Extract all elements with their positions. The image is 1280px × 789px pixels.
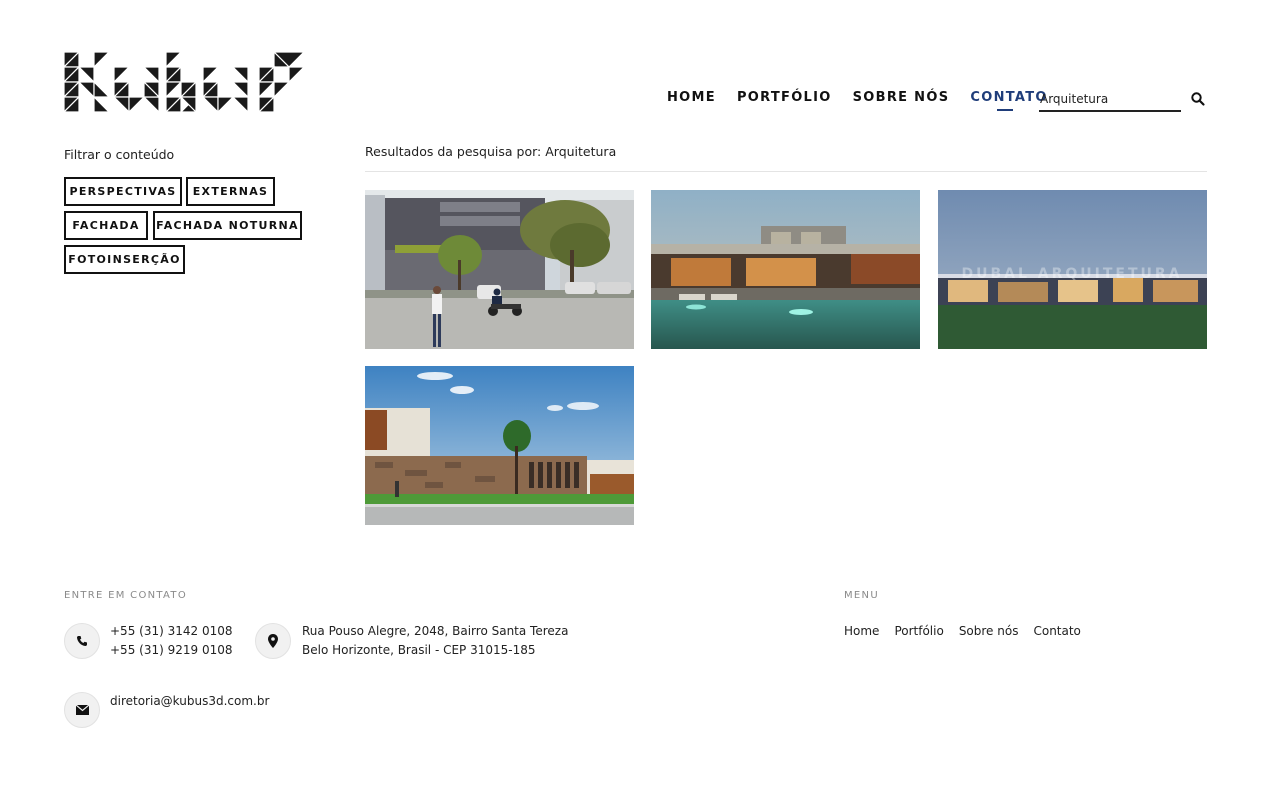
envelope-icon xyxy=(64,692,100,728)
result-thumbnail[interactable]: DUBAL ARQUITETURA xyxy=(938,190,1207,349)
street-photo-image xyxy=(365,190,634,349)
filter-title: Filtrar o conteúdo xyxy=(64,147,175,162)
tag-perspectivas[interactable]: PERSPECTIVAS xyxy=(64,177,182,206)
kubus-logo-mark xyxy=(62,50,306,114)
kubus-logo[interactable] xyxy=(62,50,306,114)
result-thumbnail[interactable] xyxy=(651,190,920,349)
menu-heading: MENU xyxy=(844,590,879,601)
tag-externas[interactable]: EXTERNAS xyxy=(186,177,275,206)
main-nav: HOME PORTFÓLIO SOBRE NÓS CONTATO xyxy=(667,90,1069,111)
map-pin-icon xyxy=(255,623,291,659)
tag-fotoinsercao[interactable]: FOTOINSERÇÃO xyxy=(64,245,185,274)
footer-menu-portfolio[interactable]: Portfólio xyxy=(894,624,943,638)
nav-portfolio[interactable]: PORTFÓLIO xyxy=(737,90,832,110)
footer-menu: Home Portfólio Sobre nós Contato xyxy=(844,624,1096,638)
search-input[interactable] xyxy=(1039,89,1179,109)
search-field xyxy=(1039,88,1181,112)
phone-1[interactable]: +55 (31) 3142 0108 xyxy=(110,622,232,641)
result-thumbnail[interactable] xyxy=(365,366,634,525)
stone-facade-image xyxy=(365,366,634,525)
phone-2[interactable]: +55 (31) 9219 0108 xyxy=(110,641,232,660)
nav-home[interactable]: HOME xyxy=(667,90,716,110)
search-icon[interactable] xyxy=(1190,91,1206,107)
pool-house-image xyxy=(651,190,920,349)
footer-menu-home[interactable]: Home xyxy=(844,624,879,638)
nav-sobre-nos[interactable]: SOBRE NÓS xyxy=(853,90,950,110)
address: Rua Pouso Alegre, 2048, Bairro Santa Ter… xyxy=(302,622,568,660)
nav-contato[interactable]: CONTATO xyxy=(970,90,1047,111)
phone-icon xyxy=(64,623,100,659)
results-title: Resultados da pesquisa por: Arquitetura xyxy=(365,144,617,159)
tag-fachada-noturna[interactable]: FACHADA NOTURNA xyxy=(153,211,302,240)
address-line-2: Belo Horizonte, Brasil - CEP 31015-185 xyxy=(302,643,536,657)
email-link[interactable]: diretoria@kubus3d.com.br xyxy=(110,692,269,711)
watermark-text: DUBAL ARQUITETURA xyxy=(961,266,1182,282)
footer-menu-sobre-nos[interactable]: Sobre nós xyxy=(959,624,1019,638)
footer-menu-contato[interactable]: Contato xyxy=(1033,624,1080,638)
contact-heading: ENTRE EM CONTATO xyxy=(64,590,187,601)
phone-numbers: +55 (31) 3142 0108 +55 (31) 9219 0108 xyxy=(110,622,232,660)
result-thumbnail[interactable] xyxy=(365,190,634,349)
address-line-1: Rua Pouso Alegre, 2048, Bairro Santa Ter… xyxy=(302,624,569,638)
night-house-image: DUBAL ARQUITETURA xyxy=(938,190,1207,349)
tag-fachada[interactable]: FACHADA xyxy=(64,211,148,240)
divider xyxy=(365,171,1207,172)
